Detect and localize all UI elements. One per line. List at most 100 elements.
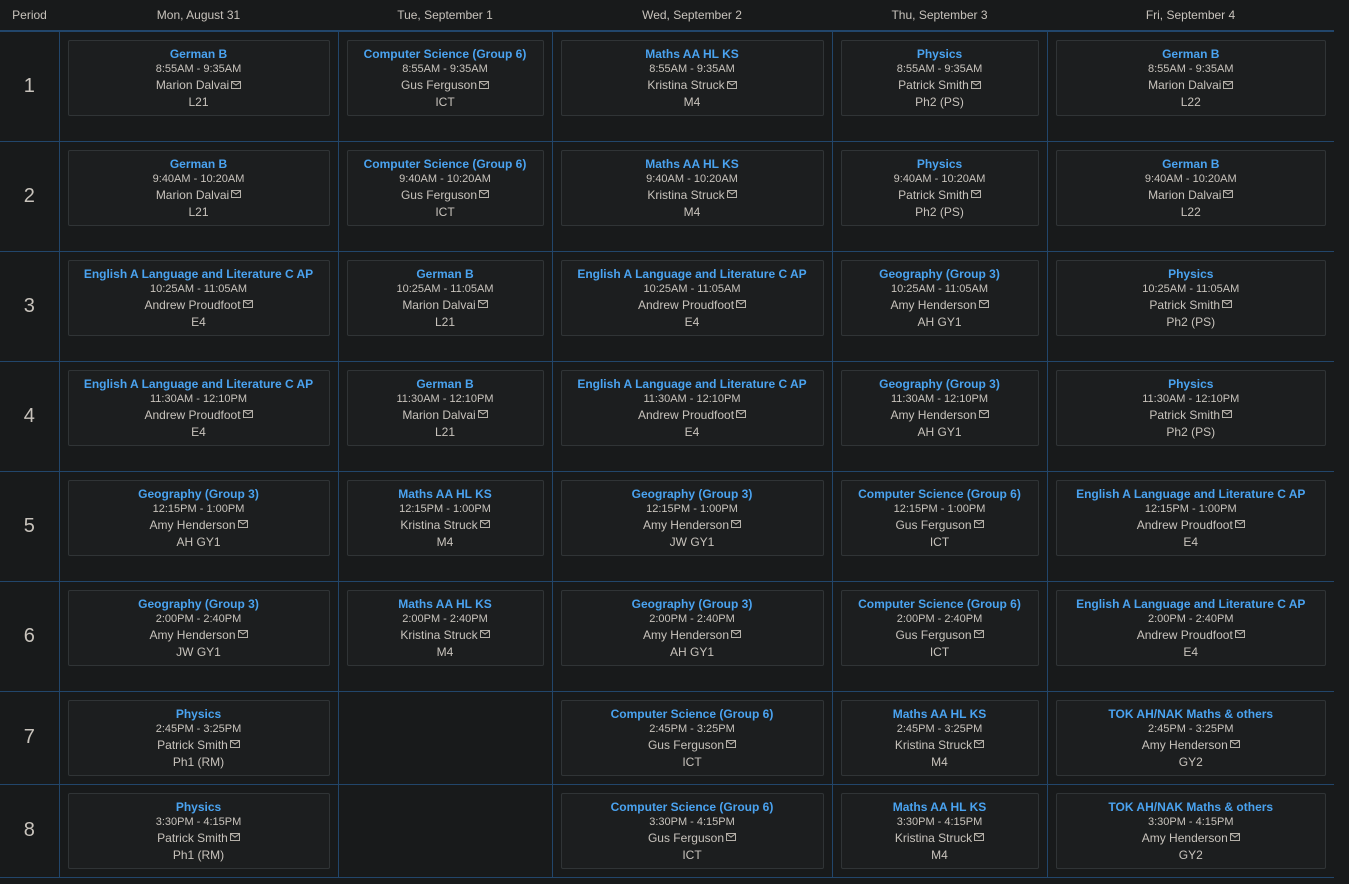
- subject-link[interactable]: TOK AH/NAK Maths & others: [1063, 706, 1320, 722]
- lesson-card[interactable]: Geography (Group 3) 11:30AM - 12:10PM Amy …: [840, 369, 1039, 446]
- mail-icon[interactable]: [1222, 300, 1233, 309]
- mail-icon[interactable]: [229, 833, 240, 842]
- subject-link[interactable]: Computer Science (Group 6): [568, 799, 817, 815]
- subject-link[interactable]: German B: [75, 156, 323, 172]
- lesson-card[interactable]: German B 8:55AM - 9:35AM Marion Dalvai L22: [1055, 40, 1326, 116]
- lesson-card[interactable]: German B 9:40AM - 10:20AM Marion Dalvai L22: [1055, 149, 1326, 226]
- lesson-card[interactable]: German B 10:25AM - 11:05AM Marion Dalvai L2…: [346, 259, 544, 336]
- mail-icon[interactable]: [1223, 80, 1234, 89]
- subject-link[interactable]: Physics: [1063, 376, 1320, 392]
- lesson-card[interactable]: English A Language and Literature C AP 12…: [1055, 479, 1326, 556]
- lesson-card[interactable]: German B 11:30AM - 12:10PM Marion Dalvai L2…: [346, 369, 544, 446]
- subject-link[interactable]: Maths AA HL KS: [568, 46, 817, 62]
- subject-link[interactable]: German B: [354, 266, 537, 282]
- lesson-card[interactable]: Geography (Group 3) 12:15PM - 1:00PM Amy H…: [67, 479, 330, 556]
- subject-link[interactable]: Physics: [848, 156, 1032, 172]
- subject-link[interactable]: Maths AA HL KS: [568, 156, 817, 172]
- lesson-card[interactable]: Maths AA HL KS 8:55AM - 9:35AM Kristina St…: [560, 40, 824, 116]
- subject-link[interactable]: German B: [75, 46, 323, 62]
- lesson-card[interactable]: English A Language and Literature C AP 11…: [67, 369, 330, 446]
- lesson-card[interactable]: Maths AA HL KS 9:40AM - 10:20AM Kristina S…: [560, 149, 824, 226]
- subject-link[interactable]: Computer Science (Group 6): [848, 596, 1032, 612]
- lesson-card[interactable]: Physics 9:40AM - 10:20AM Patrick Smith Ph2 …: [840, 149, 1039, 226]
- mail-icon[interactable]: [736, 410, 747, 419]
- mail-icon[interactable]: [237, 520, 248, 529]
- mail-icon[interactable]: [978, 410, 989, 419]
- subject-link[interactable]: English A Language and Literature C AP: [568, 376, 817, 392]
- subject-link[interactable]: Computer Science (Group 6): [354, 46, 537, 62]
- lesson-card[interactable]: TOK AH/NAK Maths & others 3:30PM - 4:15PM…: [1055, 792, 1326, 869]
- subject-link[interactable]: Physics: [1063, 266, 1320, 282]
- lesson-card[interactable]: Geography (Group 3) 12:15PM - 1:00PM Amy H…: [560, 479, 824, 556]
- subject-link[interactable]: Physics: [848, 46, 1032, 62]
- subject-link[interactable]: Computer Science (Group 6): [848, 486, 1032, 502]
- mail-icon[interactable]: [1222, 410, 1233, 419]
- mail-icon[interactable]: [1223, 190, 1234, 199]
- lesson-card[interactable]: Geography (Group 3) 10:25AM - 11:05AM Amy …: [840, 259, 1039, 336]
- subject-link[interactable]: Geography (Group 3): [75, 596, 323, 612]
- lesson-card[interactable]: Maths AA HL KS 2:45PM - 3:25PM Kristina St…: [840, 699, 1039, 776]
- subject-link[interactable]: Physics: [75, 799, 323, 815]
- mail-icon[interactable]: [477, 410, 488, 419]
- subject-link[interactable]: Computer Science (Group 6): [568, 706, 817, 722]
- mail-icon[interactable]: [973, 520, 984, 529]
- mail-icon[interactable]: [970, 190, 981, 199]
- subject-link[interactable]: English A Language and Literature C AP: [75, 376, 323, 392]
- lesson-card[interactable]: Computer Science (Group 6) 2:45PM - 3:25P…: [560, 699, 824, 776]
- subject-link[interactable]: German B: [1063, 156, 1320, 172]
- lesson-card[interactable]: Computer Science (Group 6) 8:55AM - 9:35A…: [346, 40, 544, 116]
- subject-link[interactable]: TOK AH/NAK Maths & others: [1063, 799, 1320, 815]
- mail-icon[interactable]: [974, 833, 985, 842]
- subject-link[interactable]: Physics: [75, 706, 323, 722]
- subject-link[interactable]: German B: [1063, 46, 1320, 62]
- mail-icon[interactable]: [978, 300, 989, 309]
- mail-icon[interactable]: [1229, 740, 1240, 749]
- subject-link[interactable]: German B: [354, 376, 537, 392]
- lesson-card[interactable]: English A Language and Literature C AP 2:…: [1055, 589, 1326, 666]
- lesson-card[interactable]: English A Language and Literature C AP 10…: [67, 259, 330, 336]
- subject-link[interactable]: Maths AA HL KS: [848, 706, 1032, 722]
- mail-icon[interactable]: [479, 80, 490, 89]
- subject-link[interactable]: Geography (Group 3): [848, 376, 1032, 392]
- lesson-card[interactable]: English A Language and Literature C AP 10…: [560, 259, 824, 336]
- mail-icon[interactable]: [970, 80, 981, 89]
- subject-link[interactable]: Maths AA HL KS: [354, 596, 537, 612]
- lesson-card[interactable]: Geography (Group 3) 2:00PM - 2:40PM Amy He…: [67, 589, 330, 666]
- lesson-card[interactable]: Physics 3:30PM - 4:15PM Patrick Smith Ph1 (…: [67, 792, 330, 869]
- mail-icon[interactable]: [1229, 833, 1240, 842]
- subject-link[interactable]: Computer Science (Group 6): [354, 156, 537, 172]
- subject-link[interactable]: Geography (Group 3): [75, 486, 323, 502]
- mail-icon[interactable]: [242, 410, 253, 419]
- subject-link[interactable]: English A Language and Literature C AP: [568, 266, 817, 282]
- mail-icon[interactable]: [726, 740, 737, 749]
- mail-icon[interactable]: [731, 520, 742, 529]
- lesson-card[interactable]: TOK AH/NAK Maths & others 2:45PM - 3:25PM…: [1055, 699, 1326, 776]
- lesson-card[interactable]: Computer Science (Group 6) 12:15PM - 1:00…: [840, 479, 1039, 556]
- mail-icon[interactable]: [479, 630, 490, 639]
- mail-icon[interactable]: [1234, 520, 1245, 529]
- mail-icon[interactable]: [237, 630, 248, 639]
- lesson-card[interactable]: Computer Science (Group 6) 3:30PM - 4:15P…: [560, 792, 824, 869]
- subject-link[interactable]: English A Language and Literature C AP: [75, 266, 323, 282]
- mail-icon[interactable]: [479, 520, 490, 529]
- mail-icon[interactable]: [731, 630, 742, 639]
- mail-icon[interactable]: [229, 740, 240, 749]
- lesson-card[interactable]: Physics 11:30AM - 12:10PM Patrick Smith Ph2…: [1055, 369, 1326, 446]
- mail-icon[interactable]: [231, 190, 242, 199]
- subject-link[interactable]: Geography (Group 3): [568, 486, 817, 502]
- mail-icon[interactable]: [973, 630, 984, 639]
- subject-link[interactable]: Geography (Group 3): [848, 266, 1032, 282]
- lesson-card[interactable]: Computer Science (Group 6) 9:40AM - 10:20…: [346, 149, 544, 226]
- mail-icon[interactable]: [974, 740, 985, 749]
- lesson-card[interactable]: Maths AA HL KS 2:00PM - 2:40PM Kristina St…: [346, 589, 544, 666]
- mail-icon[interactable]: [726, 190, 737, 199]
- lesson-card[interactable]: German B 8:55AM - 9:35AM Marion Dalvai L21: [67, 40, 330, 116]
- lesson-card[interactable]: Physics 2:45PM - 3:25PM Patrick Smith Ph1 (…: [67, 699, 330, 776]
- lesson-card[interactable]: Maths AA HL KS 12:15PM - 1:00PM Kristina S…: [346, 479, 544, 556]
- mail-icon[interactable]: [726, 80, 737, 89]
- mail-icon[interactable]: [477, 300, 488, 309]
- subject-link[interactable]: English A Language and Literature C AP: [1063, 486, 1320, 502]
- subject-link[interactable]: Geography (Group 3): [568, 596, 817, 612]
- mail-icon[interactable]: [736, 300, 747, 309]
- mail-icon[interactable]: [726, 833, 737, 842]
